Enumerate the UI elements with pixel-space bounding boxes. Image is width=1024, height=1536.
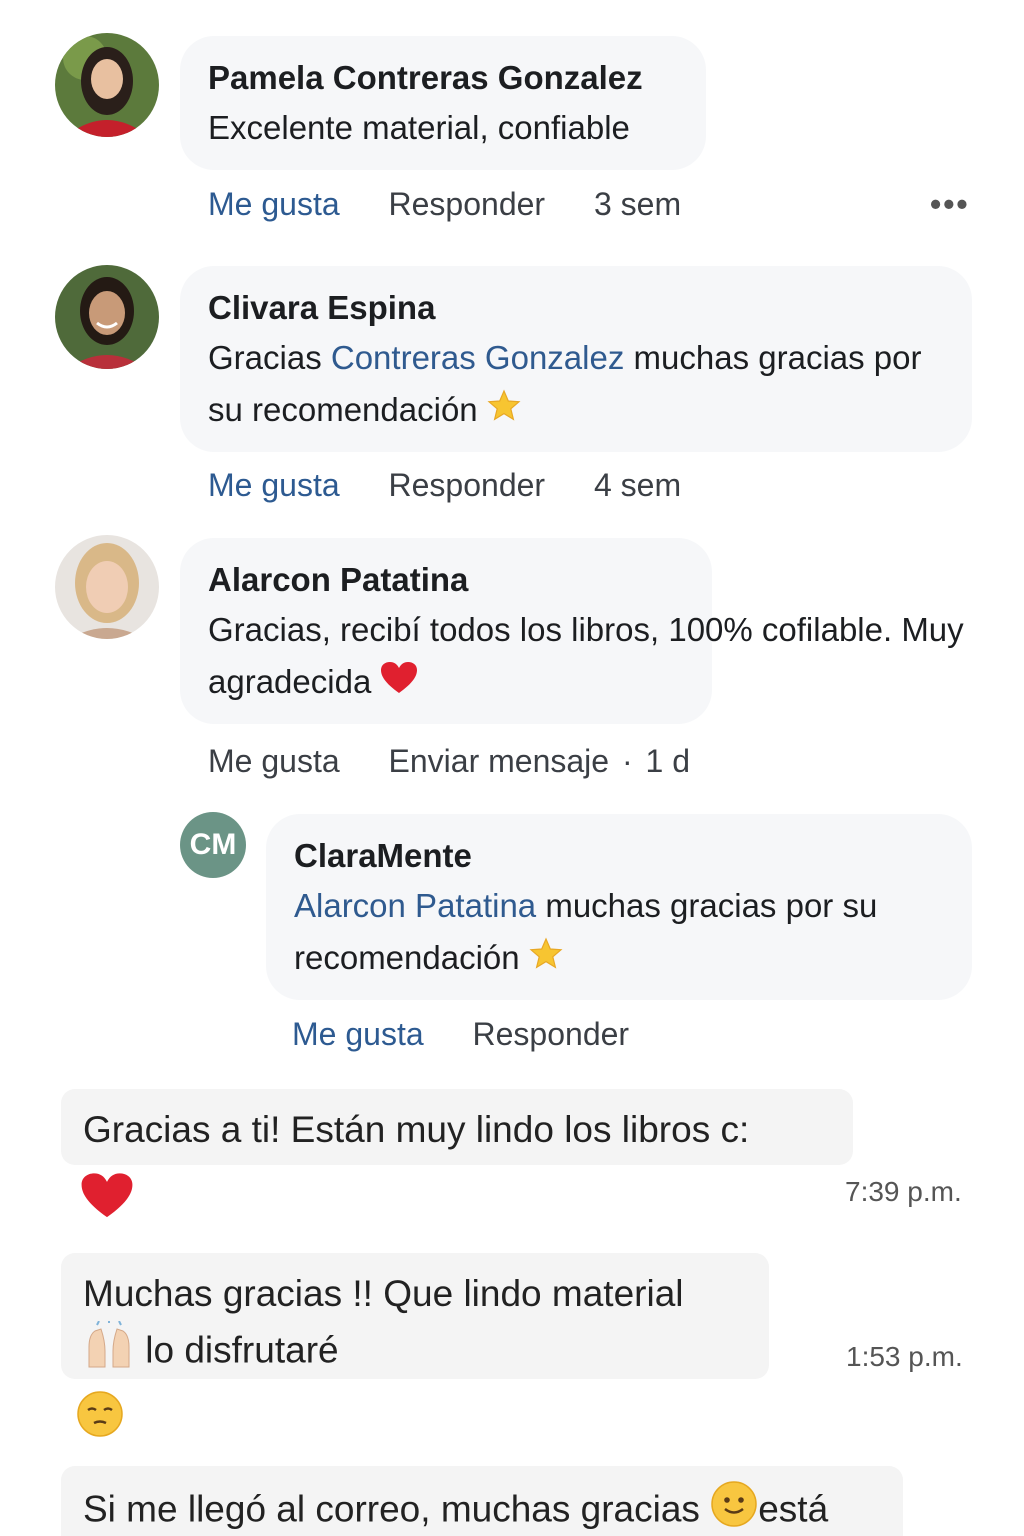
like-button[interactable]: Me gusta	[208, 184, 340, 224]
comment-text: Gracias, recibí todos los libros, 100% c…	[208, 604, 978, 710]
more-icon[interactable]: •••	[930, 186, 970, 223]
message-time: 1:53 p.m.	[846, 1341, 963, 1372]
message-text-post: está	[758, 1488, 829, 1530]
heart-icon	[380, 658, 418, 710]
star-icon	[529, 934, 563, 986]
like-button[interactable]: Me gusta	[208, 465, 340, 505]
comment-text: Gracias Contreras Gonzalez muchas gracia…	[208, 332, 944, 438]
avatar-pamela[interactable]	[55, 33, 159, 137]
avatar-claramente[interactable]: CM	[180, 812, 246, 878]
reply-actions: Me gusta Responder	[292, 1014, 629, 1054]
message-time: 7:39 p.m.	[845, 1176, 962, 1207]
relieved-face-icon	[76, 1390, 124, 1443]
reply-author[interactable]: ClaraMente	[294, 836, 944, 876]
comment-author[interactable]: Pamela Contreras Gonzalez	[208, 58, 678, 98]
reply-button[interactable]: Responder	[389, 465, 546, 505]
chat-message[interactable]: Gracias a ti! Están muy lindo los libros…	[61, 1089, 853, 1165]
comment-text-pre: Gracias	[208, 339, 331, 376]
avatar-clivara[interactable]	[55, 265, 159, 369]
comment-bubble-alarcon: Alarcon Patatina Gracias, recibí todos l…	[180, 538, 964, 724]
separator-dot: ·	[621, 743, 633, 779]
heart-icon	[80, 1172, 134, 1225]
message-text-pre: Si me llegó al correo, muchas gracias	[83, 1488, 711, 1530]
comment-bubble-clivara: Clivara Espina Gracias Contreras Gonzale…	[180, 266, 972, 452]
comment-author[interactable]: Alarcon Patatina	[208, 560, 684, 600]
smiling-face-icon	[710, 1480, 758, 1536]
like-button[interactable]: Me gusta	[208, 741, 340, 781]
comment-time: 3 sem	[593, 186, 682, 222]
comment-author[interactable]: Clivara Espina	[208, 288, 944, 328]
reply-button[interactable]: Responder	[389, 184, 546, 224]
reply-text: Alarcon Patatina muchas gracias por su r…	[294, 880, 944, 986]
comment-time: 4 sem	[593, 467, 682, 503]
star-icon	[487, 386, 521, 438]
avatar-alarcon[interactable]	[55, 535, 159, 639]
comment-time: 1 d	[645, 743, 690, 779]
mention-link[interactable]: Alarcon Patatina	[294, 887, 536, 924]
mention-link[interactable]: Contreras Gonzalez	[331, 339, 624, 376]
chat-message[interactable]: Muchas gracias !! Que lindo material lo …	[61, 1253, 769, 1379]
comment-bubble-pamela: Pamela Contreras Gonzalez Excelente mate…	[180, 36, 706, 170]
message-line-text: lo disfrutaré	[145, 1329, 339, 1371]
comment-text-body: Gracias, recibí todos los libros, 100% c…	[208, 611, 964, 700]
comment-actions: Me gusta Enviar mensaje · 1 d	[208, 741, 690, 781]
send-message-button[interactable]: Enviar mensaje	[389, 741, 610, 781]
chat-message[interactable]: Si me llegó al correo, muchas gracias es…	[61, 1466, 903, 1536]
like-button[interactable]: Me gusta	[292, 1014, 424, 1054]
comment-text: Excelente material, confiable	[208, 109, 630, 146]
raising-hands-icon	[83, 1319, 135, 1384]
message-line: Muchas gracias !! Que lindo material	[83, 1273, 684, 1314]
reply-button[interactable]: Responder	[473, 1014, 630, 1054]
reply-bubble-claramente: ClaraMente Alarcon Patatina muchas graci…	[266, 814, 972, 1000]
message-line-2: lo disfrutaré	[83, 1319, 747, 1384]
comment-actions: Me gusta Responder 4 sem	[208, 465, 681, 505]
comment-actions: Me gusta Responder 3 sem	[208, 184, 681, 224]
